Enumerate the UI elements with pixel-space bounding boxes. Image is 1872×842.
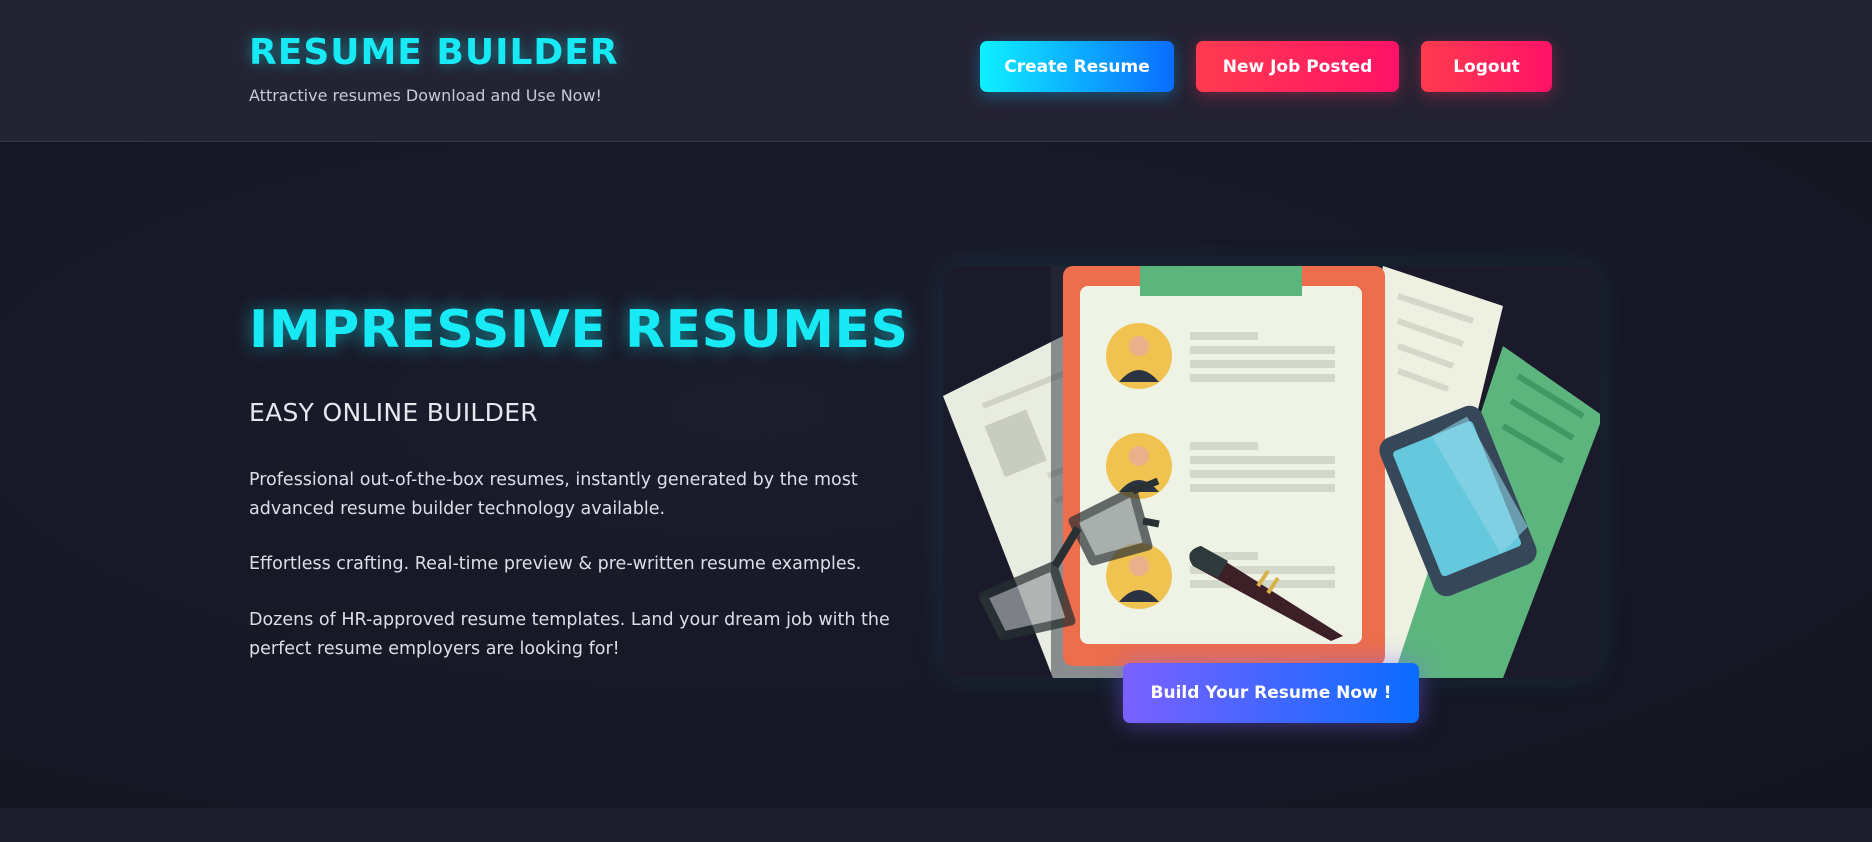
hero-subtitle: EASY ONLINE BUILDER: [249, 398, 538, 427]
footer-strip: [0, 808, 1872, 842]
resume-illustration-graphic: [943, 266, 1600, 678]
hero-paragraph-3: Dozens of HR-approved resume templates. …: [249, 610, 890, 659]
hero-paragraph-1: Professional out-of-the-box resumes, ins…: [249, 470, 858, 519]
brand-title[interactable]: RESUME BUILDER: [249, 32, 619, 73]
new-job-posted-button[interactable]: New Job Posted: [1196, 41, 1399, 92]
build-resume-button[interactable]: Build Your Resume Now !: [1123, 663, 1419, 723]
resume-illustration: [943, 266, 1600, 678]
hero-paragraph-2: Effortless crafting. Real-time preview &…: [249, 554, 862, 574]
clipboard-graphic: [1051, 266, 1385, 678]
top-header: RESUME BUILDER Attractive resumes Downlo…: [0, 0, 1872, 142]
logout-button[interactable]: Logout: [1421, 41, 1552, 92]
create-resume-button[interactable]: Create Resume: [980, 41, 1174, 92]
hero-title: IMPRESSIVE RESUMES: [249, 300, 909, 360]
brand-tagline: Attractive resumes Download and Use Now!: [249, 86, 602, 105]
